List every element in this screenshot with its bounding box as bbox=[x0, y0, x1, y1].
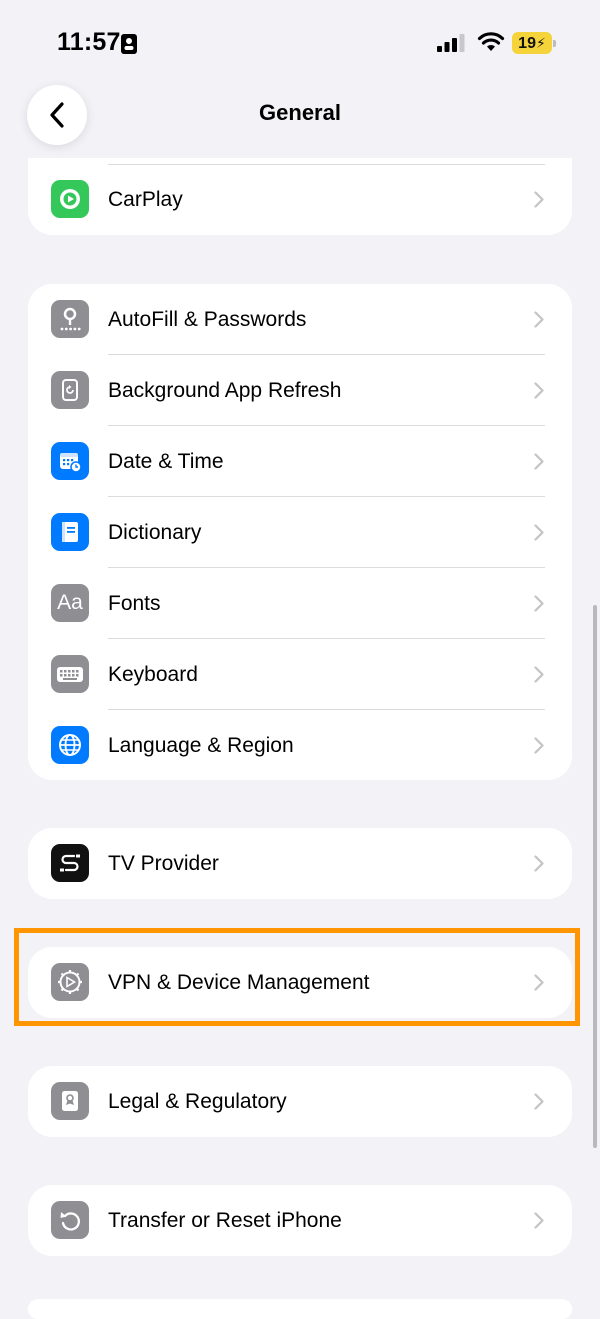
chevron-right-icon bbox=[534, 666, 544, 683]
list-item-transfer-reset-iphone[interactable]: Transfer or Reset iPhone bbox=[28, 1185, 572, 1256]
status-bar: 11:57 19⚡ bbox=[0, 0, 600, 80]
tv-provider-icon bbox=[51, 844, 89, 882]
list-item-label: Background App Refresh bbox=[108, 379, 342, 402]
chevron-right-icon bbox=[534, 524, 544, 541]
list-item-background-app-refresh[interactable]: Background App Refresh bbox=[28, 355, 572, 426]
chevron-right-icon bbox=[534, 595, 544, 612]
list-item-label: TV Provider bbox=[108, 852, 219, 875]
list-item-legal-regulatory[interactable]: Legal & Regulatory bbox=[28, 1066, 572, 1137]
list-item-label: Legal & Regulatory bbox=[108, 1090, 287, 1113]
battery-indicator: 19⚡ bbox=[512, 32, 556, 54]
cellular-signal-icon bbox=[437, 34, 465, 52]
status-time: 11:57 bbox=[57, 28, 121, 56]
carplay-icon bbox=[51, 180, 89, 218]
list-item-dictionary[interactable]: Dictionary bbox=[28, 497, 572, 568]
legal-document-icon bbox=[51, 1082, 89, 1120]
book-icon bbox=[51, 513, 89, 551]
highlight-box bbox=[14, 928, 580, 1026]
refresh-icon bbox=[51, 371, 89, 409]
settings-group-general-options: AutoFill & Passwords Background App Refr… bbox=[28, 284, 572, 780]
globe-icon bbox=[51, 726, 89, 764]
settings-group-transfer-reset: Transfer or Reset iPhone bbox=[28, 1185, 572, 1256]
list-item-label: AutoFill & Passwords bbox=[108, 308, 307, 331]
list-item-label: Keyboard bbox=[108, 663, 198, 686]
list-item-label: Date & Time bbox=[108, 450, 224, 473]
key-icon bbox=[51, 300, 89, 338]
settings-group-carplay: CarPlay bbox=[28, 158, 572, 235]
chevron-right-icon bbox=[534, 453, 544, 470]
scrollbar[interactable] bbox=[593, 605, 597, 1148]
chevron-right-icon bbox=[534, 311, 544, 328]
fonts-icon: Aa bbox=[51, 584, 89, 622]
id-card-icon bbox=[121, 34, 137, 54]
chevron-right-icon bbox=[534, 1093, 544, 1110]
list-item-date-time[interactable]: Date & Time bbox=[28, 426, 572, 497]
list-item-label: Fonts bbox=[108, 592, 161, 615]
settings-group-legal: Legal & Regulatory bbox=[28, 1066, 572, 1137]
charging-bolt-icon: ⚡ bbox=[535, 35, 546, 51]
battery-tip bbox=[553, 40, 556, 47]
page-title: General bbox=[259, 100, 341, 125]
chevron-right-icon bbox=[534, 382, 544, 399]
list-item-keyboard[interactable]: Keyboard bbox=[28, 639, 572, 710]
list-item-label: CarPlay bbox=[108, 188, 183, 211]
chevron-right-icon bbox=[534, 1212, 544, 1229]
list-item-tv-provider[interactable]: TV Provider bbox=[28, 828, 572, 899]
settings-group-tv-provider: TV Provider bbox=[28, 828, 572, 899]
keyboard-icon bbox=[51, 655, 89, 693]
list-item-fonts[interactable]: Aa Fonts bbox=[28, 568, 572, 639]
list-item-carplay[interactable]: CarPlay bbox=[28, 164, 572, 235]
settings-group-next-partial bbox=[28, 1299, 572, 1319]
list-item-label: Transfer or Reset iPhone bbox=[108, 1209, 342, 1232]
chevron-right-icon bbox=[534, 855, 544, 872]
battery-body: 19⚡ bbox=[512, 32, 552, 54]
reset-icon bbox=[51, 1201, 89, 1239]
battery-level: 19⚡ bbox=[518, 35, 546, 52]
wifi-icon bbox=[477, 32, 505, 51]
list-item-label: Language & Region bbox=[108, 734, 294, 757]
list-item-autofill-passwords[interactable]: AutoFill & Passwords bbox=[28, 284, 572, 355]
chevron-right-icon bbox=[534, 737, 544, 754]
calendar-clock-icon bbox=[51, 442, 89, 480]
list-item-language-region[interactable]: Language & Region bbox=[28, 710, 572, 780]
list-item-label: Dictionary bbox=[108, 521, 202, 544]
chevron-right-icon bbox=[534, 191, 544, 208]
